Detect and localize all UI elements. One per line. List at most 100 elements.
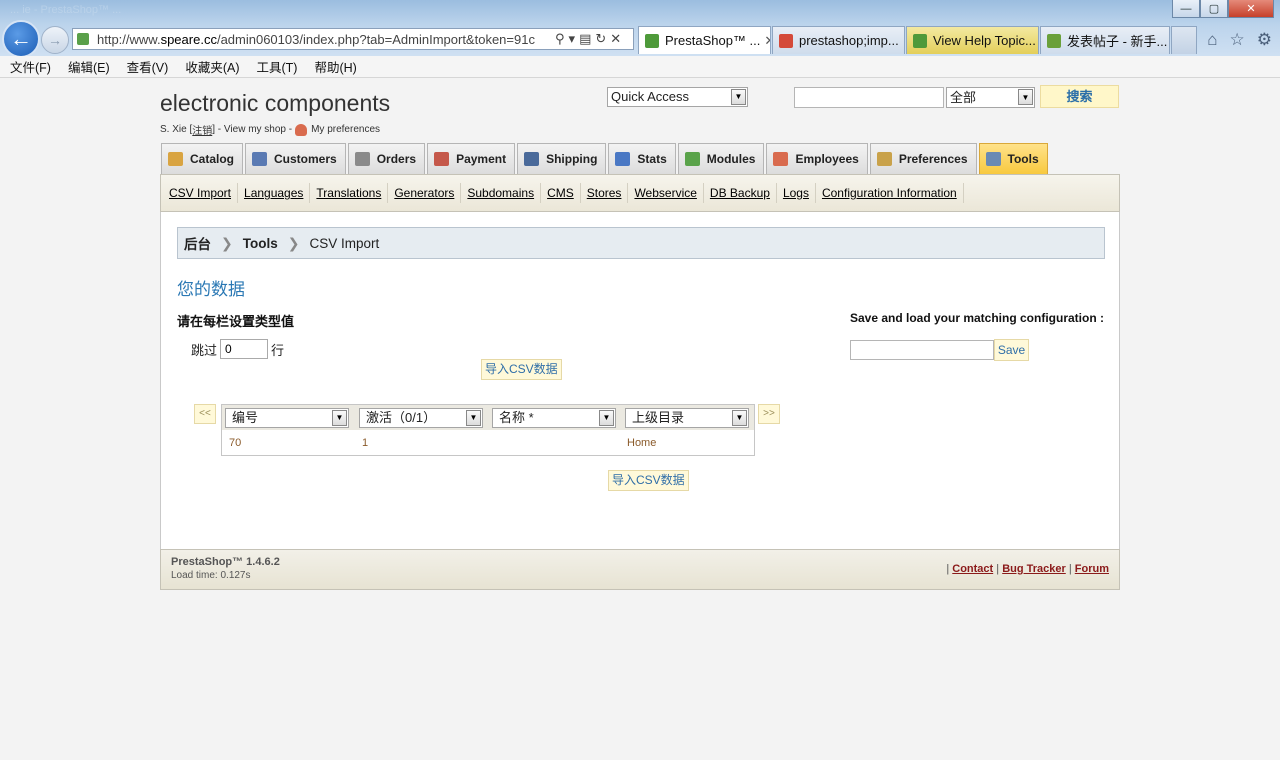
search-button[interactable]: 搜索	[1040, 85, 1119, 108]
main-tabs: Catalog Customers Orders Payment Shippin…	[161, 143, 1050, 174]
csv-preview-grid: 编号 ▼ 激活（0/1） ▼ 名称 * ▼ 上级目录 ▼ 70 1 Home	[221, 404, 755, 456]
tab-payment[interactable]: Payment	[427, 143, 516, 174]
column-type-select-1[interactable]: 编号 ▼	[225, 408, 349, 428]
employee-icon	[773, 152, 789, 166]
subnav-translations[interactable]: Translations	[310, 183, 389, 203]
minimize-button[interactable]: —	[1172, 0, 1200, 18]
chevron-right-icon: ❯	[221, 234, 233, 251]
search-icon[interactable]: ⚲	[555, 31, 565, 47]
browser-tab-post[interactable]: 发表帖子 - 新手...	[1040, 26, 1170, 54]
column-type-select-3[interactable]: 名称 * ▼	[492, 408, 616, 428]
forward-button[interactable]: →	[41, 26, 69, 54]
subnav-cms[interactable]: CMS	[541, 183, 581, 203]
bar-chart-icon	[615, 152, 631, 166]
search-input[interactable]	[794, 87, 944, 108]
footer-links: | Contact | Bug Tracker | Forum	[946, 563, 1109, 575]
chevron-down-icon: ▼	[1018, 89, 1033, 105]
next-columns-button[interactable]: >>	[758, 404, 780, 424]
table-cell: Home	[627, 437, 657, 449]
wrench-icon	[985, 152, 1001, 166]
tools-subnav: CSV Import Languages Translations Genera…	[160, 174, 1120, 212]
window-controls: — ▢ ✕	[1172, 0, 1274, 18]
stop-icon[interactable]: ✕	[610, 31, 621, 47]
tab-shipping[interactable]: Shipping	[517, 143, 607, 174]
google-favicon-icon	[779, 33, 793, 48]
address-bar[interactable]: http://www.speare.cc/admin060103/index.p…	[72, 28, 634, 50]
import-csv-button-bottom[interactable]: 导入CSV数据	[608, 470, 689, 491]
compat-view-icon[interactable]: ▤	[579, 31, 591, 47]
tab-stats[interactable]: Stats	[608, 143, 676, 174]
browser-toolbar-icons: ⌂ ☆ ⚙	[1207, 30, 1272, 50]
refresh-icon[interactable]: ↻	[595, 31, 606, 47]
menu-help[interactable]: 帮助(H)	[314, 57, 356, 76]
gear-icon[interactable]: ⚙	[1257, 30, 1272, 50]
truck-icon	[524, 152, 540, 166]
tab-catalog[interactable]: Catalog	[161, 143, 244, 174]
dropdown-arrow-icon[interactable]: ▾	[569, 31, 576, 47]
column-type-select-2[interactable]: 激活（0/1） ▼	[359, 408, 483, 428]
column-type-select-4[interactable]: 上级目录 ▼	[625, 408, 749, 428]
bug-tracker-link[interactable]: Bug Tracker	[1002, 563, 1066, 575]
subnav-subdomains[interactable]: Subdomains	[461, 183, 542, 203]
close-tab-icon[interactable]: ✕	[764, 33, 770, 49]
subnav-webservice[interactable]: Webservice	[628, 183, 704, 203]
prev-columns-button[interactable]: <<	[194, 404, 216, 424]
import-csv-button-top[interactable]: 导入CSV数据	[481, 359, 562, 380]
puzzle-icon	[684, 152, 700, 166]
quick-access-select[interactable]: Quick Access ▼	[607, 87, 748, 107]
tab-modules[interactable]: Modules	[677, 143, 765, 174]
logout-link[interactable]: 注销	[192, 122, 212, 137]
favorites-star-icon[interactable]: ☆	[1230, 30, 1245, 50]
contact-link[interactable]: Contact	[952, 563, 993, 575]
subnav-stores[interactable]: Stores	[581, 183, 629, 203]
new-tab-button[interactable]	[1171, 26, 1197, 54]
menu-edit[interactable]: 编辑(E)	[68, 57, 110, 76]
home-icon[interactable]: ⌂	[1207, 30, 1217, 50]
user-info: S. Xie [ 注销 ] - View my shop - My prefer…	[160, 122, 381, 137]
close-window-button[interactable]: ✕	[1228, 0, 1274, 18]
config-name-input[interactable]	[850, 340, 994, 360]
breadcrumb-root[interactable]: 后台	[184, 233, 211, 253]
tab-tools[interactable]: Tools	[978, 143, 1048, 174]
browser-tabs: PrestaShop™ ... ✕ prestashop;imp... View…	[638, 26, 1197, 54]
folder-icon	[168, 152, 183, 166]
browser-tab-google[interactable]: prestashop;imp...	[772, 26, 905, 54]
subnav-csv-import[interactable]: CSV Import	[163, 183, 239, 203]
restore-button[interactable]: ▢	[1200, 0, 1228, 18]
menu-bar: 文件(F) 编辑(E) 查看(V) 收藏夹(A) 工具(T) 帮助(H)	[0, 56, 1280, 78]
skip-lines-input[interactable]	[220, 339, 269, 359]
subnav-languages[interactable]: Languages	[238, 183, 311, 203]
chevron-down-icon: ▼	[466, 410, 481, 426]
breadcrumb-section[interactable]: Tools	[243, 236, 278, 251]
payment-icon	[434, 152, 450, 166]
chevron-down-icon: ▼	[332, 410, 347, 426]
address-url[interactable]: http://www.speare.cc/admin060103/index.p…	[97, 32, 549, 47]
save-config-button[interactable]: Save	[994, 339, 1029, 361]
subnav-generators[interactable]: Generators	[388, 183, 462, 203]
menu-favorites[interactable]: 收藏夹(A)	[185, 57, 239, 76]
subnav-db-backup[interactable]: DB Backup	[704, 183, 777, 203]
subnav-logs[interactable]: Logs	[777, 183, 816, 203]
preferences-icon	[876, 152, 892, 166]
browser-tab-prestashop[interactable]: PrestaShop™ ... ✕	[638, 26, 771, 54]
menu-tools[interactable]: 工具(T)	[256, 57, 297, 76]
tab-preferences[interactable]: Preferences	[869, 143, 977, 174]
search-scope-select[interactable]: 全部 ▼	[946, 87, 1035, 108]
chevron-right-icon: ❯	[287, 234, 300, 251]
tab-employees[interactable]: Employees	[766, 143, 868, 174]
subnav-configuration-information[interactable]: Configuration Information	[816, 183, 964, 203]
forum-link[interactable]: Forum	[1075, 563, 1109, 575]
shop-name: electronic components	[160, 90, 391, 116]
user-icon	[295, 123, 308, 136]
prestashop-favicon-icon	[645, 33, 659, 48]
tab-orders[interactable]: Orders	[347, 143, 426, 174]
tab-customers[interactable]: Customers	[245, 143, 346, 174]
menu-file[interactable]: 文件(F)	[10, 57, 51, 76]
my-preferences-link[interactable]: My preferences	[311, 124, 380, 135]
footer: PrestaShop™ 1.4.6.2 Load time: 0.127s | …	[160, 549, 1120, 590]
site-favicon-icon	[77, 33, 89, 45]
browser-tab-help[interactable]: View Help Topic...	[906, 26, 1039, 54]
menu-view[interactable]: 查看(V)	[127, 57, 169, 76]
back-button[interactable]: ←	[2, 20, 40, 58]
chevron-down-icon: ▼	[732, 410, 747, 426]
